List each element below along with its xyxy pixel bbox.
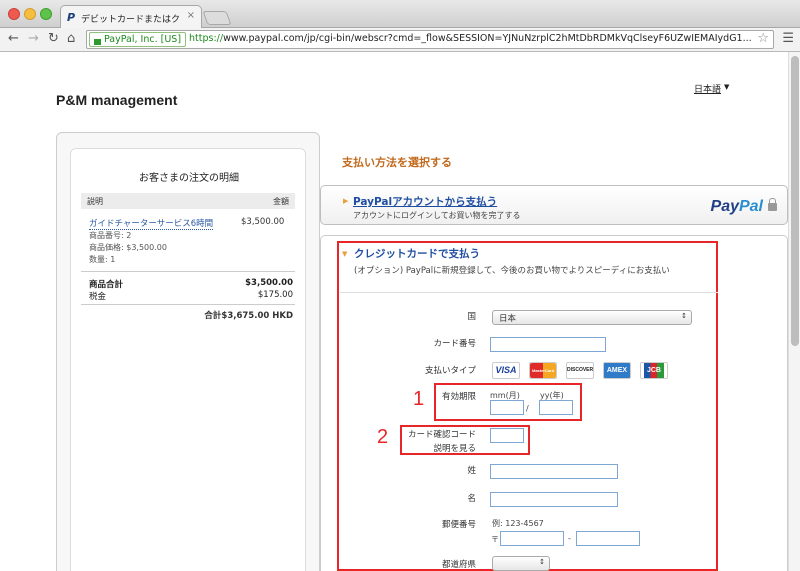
- card-number-label: カード番号: [433, 339, 476, 349]
- annotation-marker-2: 2: [377, 426, 389, 448]
- annotation-marker-1: 1: [413, 388, 425, 410]
- divider: [340, 292, 718, 293]
- country-value: 日本: [499, 314, 517, 324]
- jcb-text: JCB: [643, 363, 664, 378]
- back-arrow-icon[interactable]: ←: [8, 31, 19, 46]
- tab-title: デビットカードまたはクレジットカード: [81, 15, 181, 25]
- language-selector[interactable]: 日本語: [694, 82, 721, 95]
- subtotal-value: $3,500.00: [245, 278, 293, 288]
- last-name-input[interactable]: [490, 464, 618, 479]
- postal-code-first-input[interactable]: [500, 531, 564, 546]
- triangle-right-icon: ▶: [343, 197, 349, 205]
- expiry-separator: /: [526, 404, 529, 413]
- prefecture-label: 都道府県: [441, 560, 476, 570]
- country-label: 国: [467, 312, 476, 322]
- cvv-input[interactable]: [490, 428, 524, 443]
- item-quantity: 数量: 1: [89, 255, 116, 264]
- col-amount: 金額: [273, 197, 289, 206]
- order-title: お客さまの注文の明細: [139, 173, 239, 184]
- postal-example: 例: 123-4567: [492, 519, 544, 528]
- window-titlebar: P デビットカードまたはクレジットカード ×: [0, 0, 800, 29]
- close-window-button[interactable]: [8, 8, 20, 20]
- paypal-logo: PayPal: [711, 198, 763, 216]
- page-content: P&M management 日本語 ▼ お客さまの注文の明細 説明 金額 ガイ…: [0, 52, 788, 571]
- address-bar[interactable]: PayPal, Inc. [US] https://www.paypal.com…: [86, 30, 774, 49]
- tax-value: $175.00: [257, 290, 293, 300]
- home-icon[interactable]: ⌂: [67, 31, 75, 46]
- credit-card-subtext: (オプション) PayPalに新規登録して、今後のお買い物でよりスピーディにお支…: [354, 266, 670, 276]
- item-price: $3,500.00: [241, 217, 285, 227]
- url-text[interactable]: https://www.paypal.com/jp/cgi-bin/webscr…: [189, 33, 759, 44]
- first-name-label: 名: [467, 494, 476, 504]
- zoom-window-button[interactable]: [40, 8, 52, 20]
- postal-separator: -: [568, 534, 571, 543]
- expiry-label: 有効期限: [441, 392, 476, 402]
- logo-part-1: Pay: [710, 198, 739, 215]
- browser-toolbar: ← → ↻ ⌂ PayPal, Inc. [US] https://www.pa…: [0, 28, 800, 52]
- first-name-input[interactable]: [490, 492, 618, 507]
- visa-logo: VISA: [492, 362, 520, 379]
- expiry-year-input[interactable]: [539, 400, 573, 415]
- paypal-favicon-icon: P: [67, 11, 76, 24]
- prefecture-select[interactable]: ↕: [492, 556, 550, 571]
- mastercard-logo: MasterCard: [529, 362, 557, 379]
- ev-certificate-badge[interactable]: PayPal, Inc. [US]: [89, 32, 187, 47]
- url-scheme: https://: [189, 33, 224, 44]
- merchant-name: P&M management: [56, 92, 178, 108]
- item-number: 商品番号: 2: [89, 231, 132, 240]
- hamburger-menu-icon[interactable]: ☰: [782, 31, 794, 46]
- minimize-window-button[interactable]: [24, 8, 36, 20]
- divider: [81, 271, 295, 272]
- scrollbar-thumb[interactable]: [791, 56, 799, 346]
- item-unit-price: 商品価格: $3,500.00: [89, 243, 167, 252]
- lock-icon: [768, 198, 777, 211]
- bookmark-star-icon[interactable]: ☆: [757, 31, 769, 46]
- vertical-scrollbar[interactable]: [788, 52, 800, 571]
- amex-logo: AMEX: [603, 362, 631, 379]
- chevron-down-icon[interactable]: ▼: [724, 83, 729, 91]
- divider: [81, 304, 295, 305]
- ev-badge-label: PayPal, Inc. [US]: [104, 34, 182, 45]
- logo-part-2: Pal: [738, 198, 763, 215]
- reload-icon[interactable]: ↻: [48, 31, 59, 46]
- triangle-down-icon: ▼: [342, 250, 348, 258]
- last-name-label: 姓: [467, 466, 476, 476]
- credit-card-title[interactable]: クレジットカードで支払う: [354, 246, 480, 261]
- cvv-label: カード確認コード: [407, 430, 476, 440]
- item-name-link[interactable]: ガイドチャーターサービス6時間: [89, 217, 214, 230]
- postal-prefix: 〒: [491, 535, 499, 544]
- card-number-input[interactable]: [490, 337, 606, 352]
- paypal-account-link[interactable]: PayPalアカウントから支払う: [353, 194, 497, 209]
- discover-logo: DISCOVER: [566, 362, 594, 379]
- payment-method-heading: 支払い方法を選択する: [342, 156, 452, 169]
- order-total: 合計$3,675.00 HKD: [204, 311, 293, 321]
- paypal-account-subtext: アカウントにログインしてお買い物を完了する: [353, 211, 521, 220]
- postal-code-second-input[interactable]: [576, 531, 640, 546]
- jcb-logo: JCB: [640, 362, 668, 379]
- country-select[interactable]: 日本 ↕: [492, 310, 692, 325]
- mastercard-text: MasterCard: [530, 363, 556, 378]
- cvv-help-link[interactable]: 説明を見る: [400, 442, 476, 454]
- expiry-month-input[interactable]: [490, 400, 524, 415]
- paypal-account-option[interactable]: ▶ PayPalアカウントから支払う アカウントにログインしてお買い物を完了する…: [320, 185, 788, 225]
- subtotal-label: 商品合計: [89, 280, 124, 290]
- url-rest: www.paypal.com/jp/cgi-bin/webscr?cmd=_fl…: [223, 33, 752, 44]
- forward-arrow-icon[interactable]: →: [28, 31, 39, 46]
- order-summary-card: お客さまの注文の明細 説明 金額 ガイドチャーターサービス6時間 $3,500.…: [70, 148, 306, 571]
- postal-code-label: 郵便番号: [441, 520, 476, 530]
- tab-close-icon[interactable]: ×: [187, 10, 195, 21]
- select-arrows-icon: ↕: [539, 558, 545, 566]
- col-description: 説明: [87, 197, 103, 206]
- order-table-header: 説明 金額: [81, 193, 295, 209]
- payment-type-label: 支払いタイプ: [424, 366, 476, 376]
- lock-icon: [94, 39, 101, 45]
- tax-label: 税金: [89, 292, 107, 302]
- new-tab-button[interactable]: [202, 11, 232, 25]
- select-arrows-icon: ↕: [681, 312, 687, 320]
- browser-tab[interactable]: P デビットカードまたはクレジットカード ×: [60, 5, 202, 29]
